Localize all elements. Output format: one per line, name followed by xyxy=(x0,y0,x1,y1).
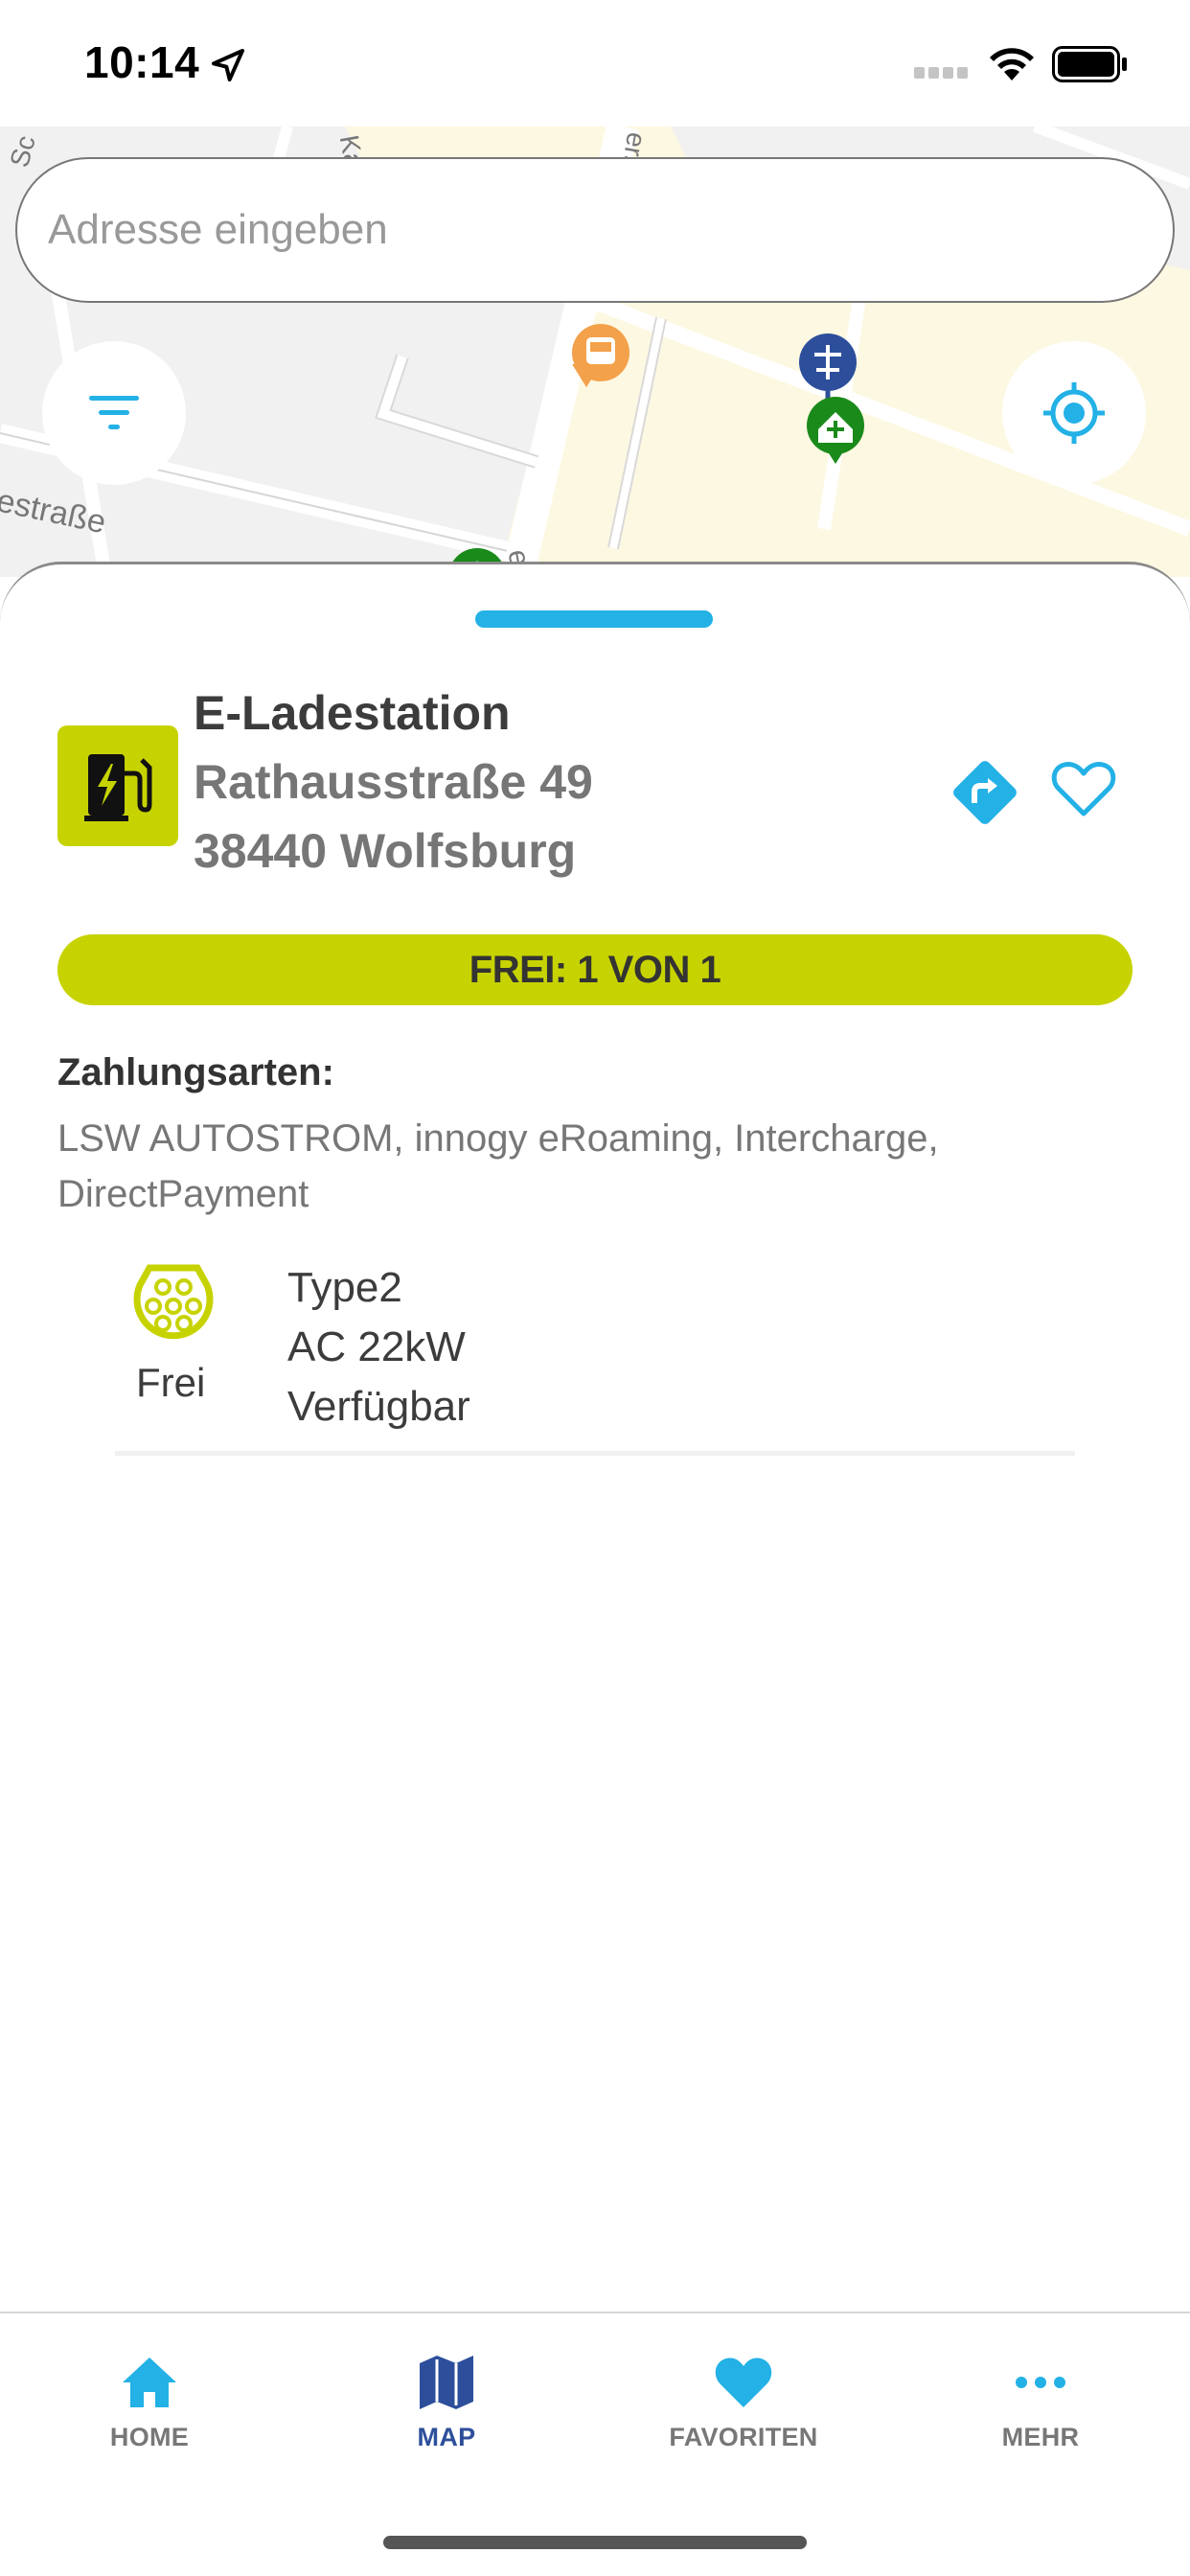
tab-favorites[interactable]: FAVORITEN xyxy=(648,2352,839,2467)
tab-label: MEHR xyxy=(1001,2423,1080,2451)
tab-label: HOME xyxy=(109,2423,190,2451)
favorite-button[interactable] xyxy=(1046,752,1121,827)
connector-availability: Verfügbar xyxy=(287,1383,470,1430)
filter-button[interactable] xyxy=(42,341,186,485)
directions-icon xyxy=(953,761,1017,824)
payment-methods-text: LSW AUTOSTROM, innogy eRoaming, Intercha… xyxy=(57,1117,939,1215)
wifi-icon xyxy=(990,48,1034,80)
home-indicator[interactable] xyxy=(383,2536,807,2549)
payment-methods-title: Zahlungsarten: xyxy=(57,1051,334,1093)
cellular-signal-icon xyxy=(914,67,968,79)
status-bar: 10:14 xyxy=(0,0,1190,126)
address-search-input[interactable] xyxy=(48,206,1121,254)
connector-type: Type2 xyxy=(287,1264,402,1311)
tab-home[interactable]: HOME xyxy=(54,2352,245,2467)
charging-station-icon xyxy=(57,725,178,846)
tab-label: FAVORITEN xyxy=(669,2423,818,2451)
home-icon xyxy=(123,2358,176,2407)
type2-plug-icon xyxy=(133,1264,214,1340)
crosshair-locate-icon xyxy=(1043,382,1105,444)
more-dots-icon xyxy=(1016,2377,1065,2388)
sheet-drag-handle[interactable] xyxy=(475,610,713,628)
status-time: 10:14 xyxy=(84,37,200,87)
connector-item: Frei Type2 AC 22kW Verfügbar xyxy=(115,1258,1075,1456)
connector-power: AC 22kW xyxy=(287,1323,466,1370)
station-city: 38440 Wolfsburg xyxy=(194,824,577,878)
battery-icon xyxy=(1052,46,1127,82)
directions-button[interactable] xyxy=(945,752,1025,833)
filter-icon xyxy=(89,396,139,429)
station-detail-sheet: E-Ladestation Rathausstraße 49 38440 Wol… xyxy=(0,562,1190,2315)
address-search-box[interactable] xyxy=(15,157,1175,303)
connector-status: Frei xyxy=(136,1360,206,1405)
tab-label: MAP xyxy=(417,2423,476,2451)
location-arrow-icon xyxy=(212,49,244,81)
locate-me-button[interactable] xyxy=(1002,341,1146,485)
station-type: E-Ladestation xyxy=(194,686,511,740)
heart-icon xyxy=(715,2358,772,2407)
tab-map[interactable]: MAP xyxy=(351,2352,542,2467)
app-screen: 10:14 Sc Ka ers estraße e Adresse eingeb… xyxy=(0,0,1190,2576)
tab-more[interactable]: MEHR xyxy=(945,2352,1136,2467)
availability-status-bar: FREI: 1 VON 1 xyxy=(57,934,1133,1005)
heart-outline-icon xyxy=(1051,762,1116,816)
station-street: Rathausstraße 49 xyxy=(194,755,593,809)
map-icon xyxy=(420,2356,473,2409)
